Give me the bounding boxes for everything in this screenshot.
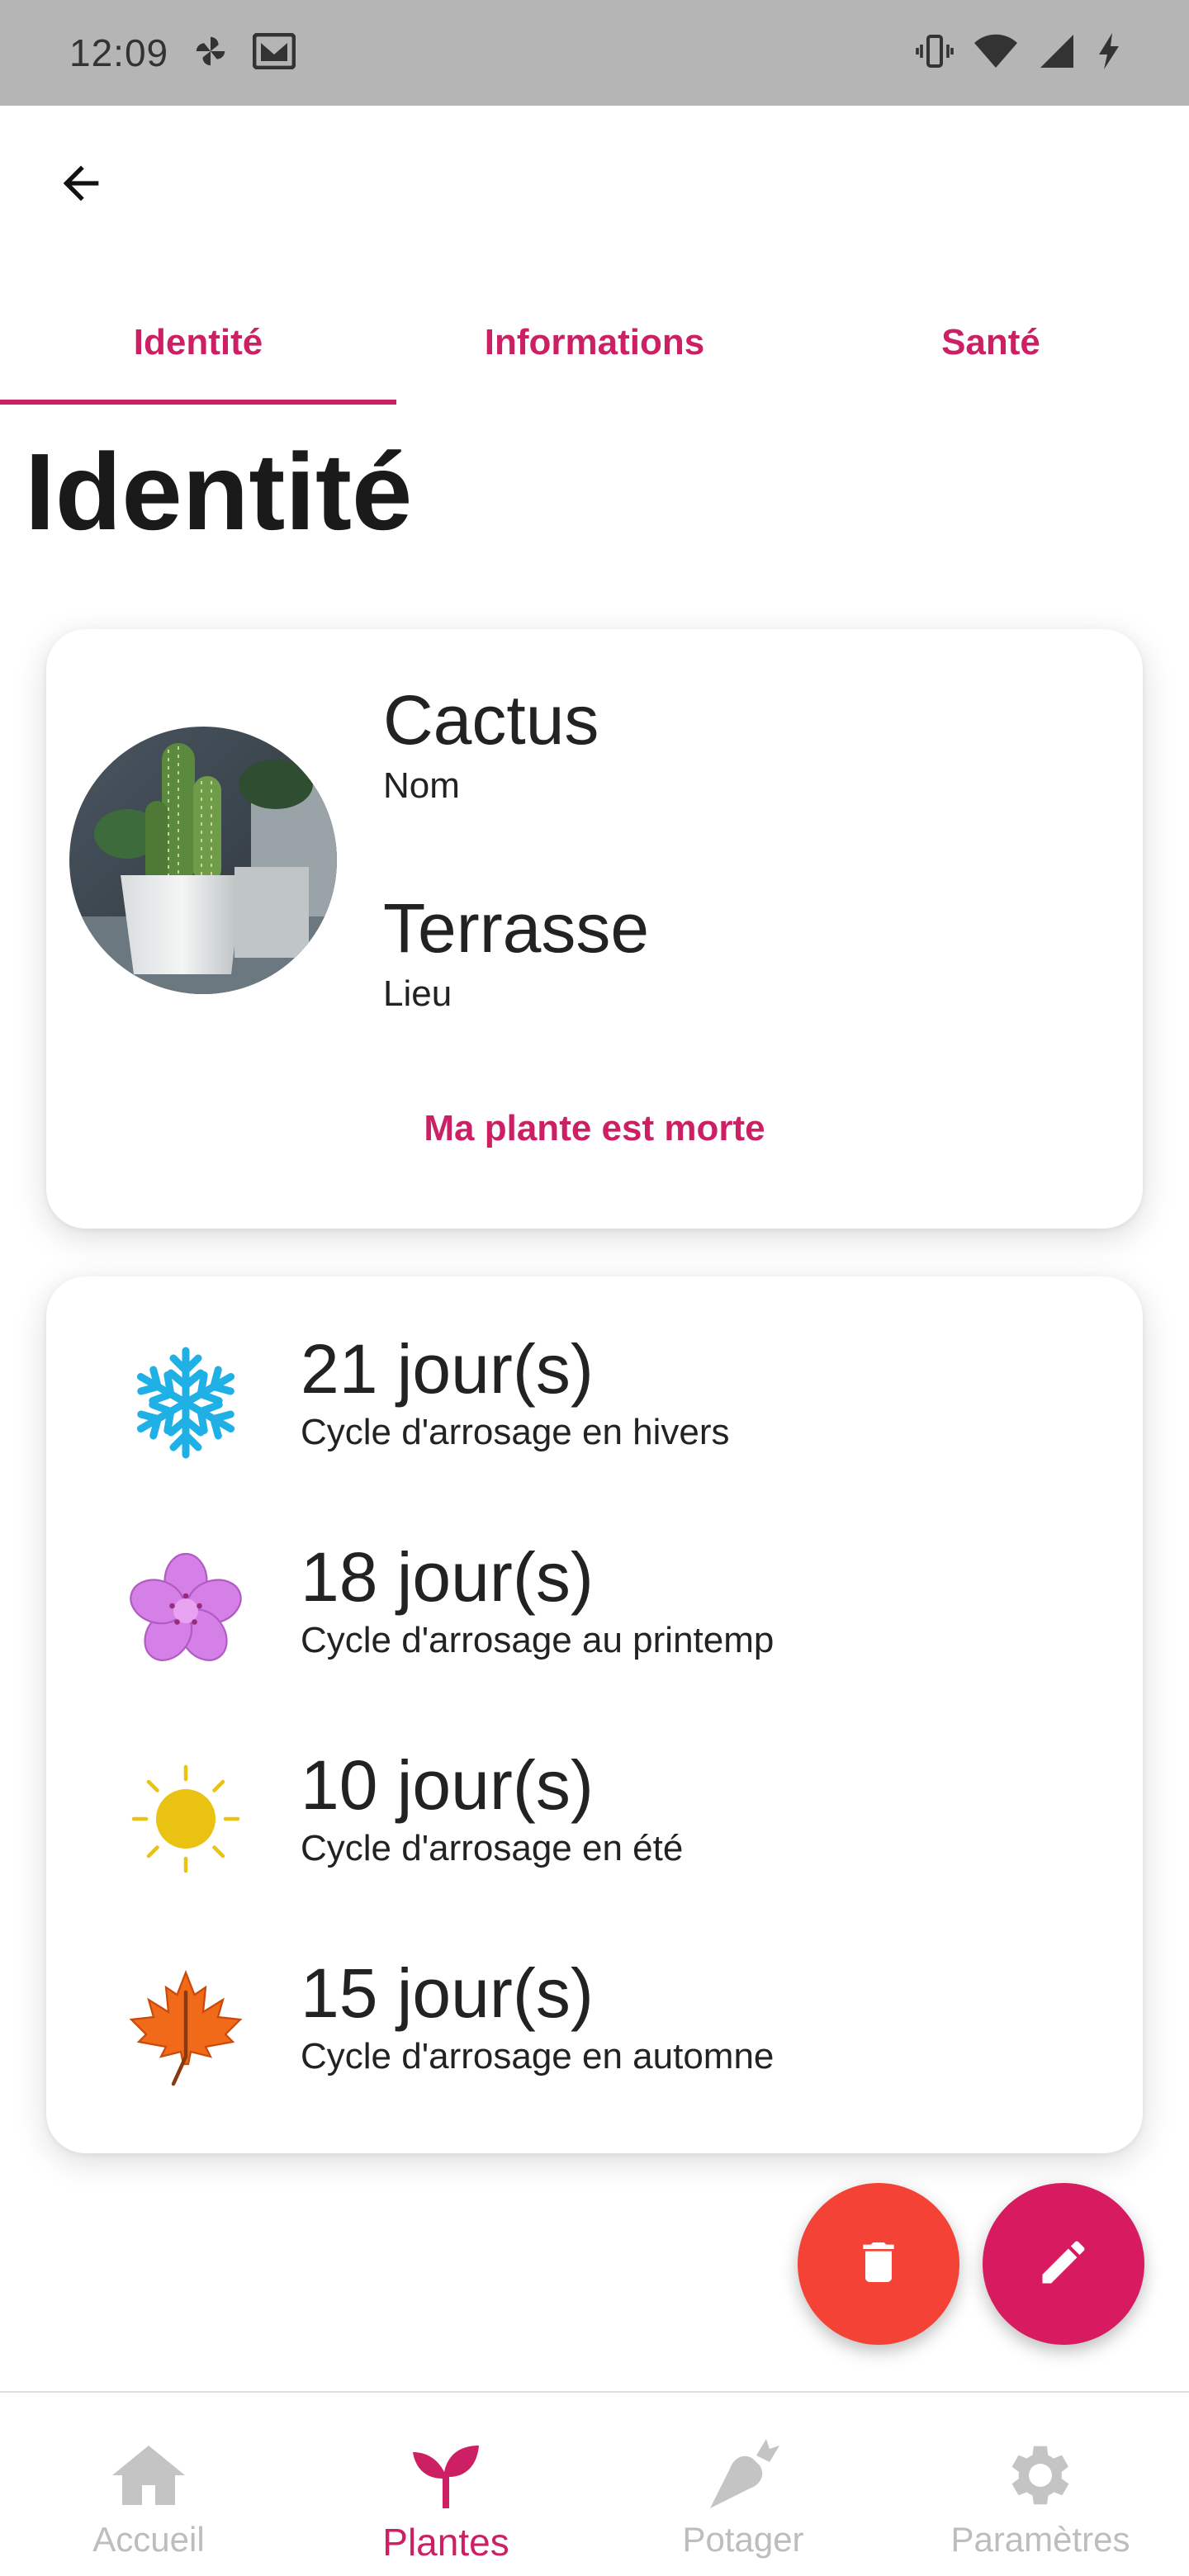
sun-icon bbox=[124, 1757, 248, 1881]
cycle-value: 18 jour(s) bbox=[301, 1538, 594, 1616]
nav-label: Potager bbox=[682, 2520, 804, 2559]
nav-label: Accueil bbox=[92, 2520, 205, 2559]
charging-icon bbox=[1095, 31, 1123, 75]
cycle-row-summer: 10 jour(s) Cycle d'arrosage en été bbox=[46, 1724, 1143, 1889]
flower-icon bbox=[124, 1549, 248, 1673]
trash-icon bbox=[852, 2236, 905, 2293]
name-value: Cactus bbox=[383, 681, 599, 759]
sprout-icon bbox=[406, 2436, 486, 2515]
back-button[interactable] bbox=[48, 152, 114, 218]
snowflake-icon bbox=[124, 1341, 248, 1465]
pencil-icon bbox=[1035, 2234, 1092, 2294]
wifi-icon bbox=[973, 31, 1019, 75]
watering-cycles-card: 21 jour(s) Cycle d'arrosage en hivers 18… bbox=[46, 1276, 1143, 2153]
tab-sante[interactable]: Santé bbox=[793, 281, 1189, 405]
cycle-label: Cycle d'arrosage en été bbox=[301, 1828, 684, 1868]
cycle-row-spring: 18 jour(s) Cycle d'arrosage au printemp bbox=[46, 1516, 1143, 1681]
plant-photo bbox=[69, 727, 337, 994]
pinwheel-icon bbox=[192, 32, 230, 74]
mail-icon bbox=[252, 32, 296, 73]
nav-label: Plantes bbox=[382, 2521, 509, 2564]
status-left: 12:09 bbox=[69, 31, 296, 75]
tab-informations[interactable]: Informations bbox=[396, 281, 793, 405]
identity-card: Cactus Nom Terrasse Lieu Ma plante est m… bbox=[46, 629, 1143, 1229]
place-value: Terrasse bbox=[383, 889, 650, 967]
home-icon bbox=[109, 2436, 188, 2515]
cycle-value: 10 jour(s) bbox=[301, 1746, 594, 1824]
arrow-back-icon bbox=[54, 157, 107, 214]
cycle-label: Cycle d'arrosage en hivers bbox=[301, 1412, 730, 1452]
cycle-row-winter: 21 jour(s) Cycle d'arrosage en hivers bbox=[46, 1308, 1143, 1473]
bottom-navigation: Accueil Plantes Potager Paramètres bbox=[0, 2391, 1189, 2576]
edit-button[interactable] bbox=[983, 2183, 1144, 2345]
cycle-label: Cycle d'arrosage en automne bbox=[301, 2036, 775, 2076]
vibrate-icon bbox=[915, 31, 955, 75]
gear-icon bbox=[1001, 2436, 1080, 2515]
status-bar: 12:09 bbox=[0, 0, 1189, 106]
nav-item-accueil[interactable]: Accueil bbox=[0, 2393, 297, 2576]
cycle-text-winter: 21 jour(s) Cycle d'arrosage en hivers bbox=[301, 1329, 730, 1453]
place-label: Lieu bbox=[383, 973, 452, 1014]
tab-identite[interactable]: Identité bbox=[0, 281, 396, 405]
place-field: Terrasse Lieu bbox=[383, 888, 649, 1015]
top-app-bar bbox=[0, 106, 1189, 271]
carrot-icon bbox=[703, 2436, 783, 2515]
nav-item-plantes[interactable]: Plantes bbox=[297, 2393, 594, 2576]
page-title: Identité bbox=[25, 431, 413, 552]
cycle-text-spring: 18 jour(s) Cycle d'arrosage au printemp bbox=[301, 1537, 774, 1661]
cycle-row-autumn: 15 jour(s) Cycle d'arrosage en automne bbox=[46, 1932, 1143, 2097]
nav-item-potager[interactable]: Potager bbox=[594, 2393, 892, 2576]
plant-dead-button[interactable]: Ma plante est morte bbox=[46, 1108, 1143, 1149]
signal-icon bbox=[1037, 31, 1077, 75]
delete-button[interactable] bbox=[798, 2183, 959, 2345]
nav-item-parametres[interactable]: Paramètres bbox=[892, 2393, 1189, 2576]
status-time: 12:09 bbox=[69, 31, 169, 74]
cycle-text-autumn: 15 jour(s) Cycle d'arrosage en automne bbox=[301, 1953, 774, 2077]
nav-label: Paramètres bbox=[950, 2520, 1130, 2559]
cycle-label: Cycle d'arrosage au printemp bbox=[301, 1620, 775, 1660]
name-field: Cactus Nom bbox=[383, 680, 599, 807]
name-label: Nom bbox=[383, 765, 460, 806]
cycle-value: 21 jour(s) bbox=[301, 1330, 594, 1408]
maple-leaf-icon bbox=[124, 1965, 248, 2089]
cycle-text-summer: 10 jour(s) Cycle d'arrosage en été bbox=[301, 1745, 683, 1869]
tab-bar: Identité Informations Santé bbox=[0, 281, 1189, 405]
status-right bbox=[915, 31, 1123, 75]
cycle-value: 15 jour(s) bbox=[301, 1954, 594, 2032]
